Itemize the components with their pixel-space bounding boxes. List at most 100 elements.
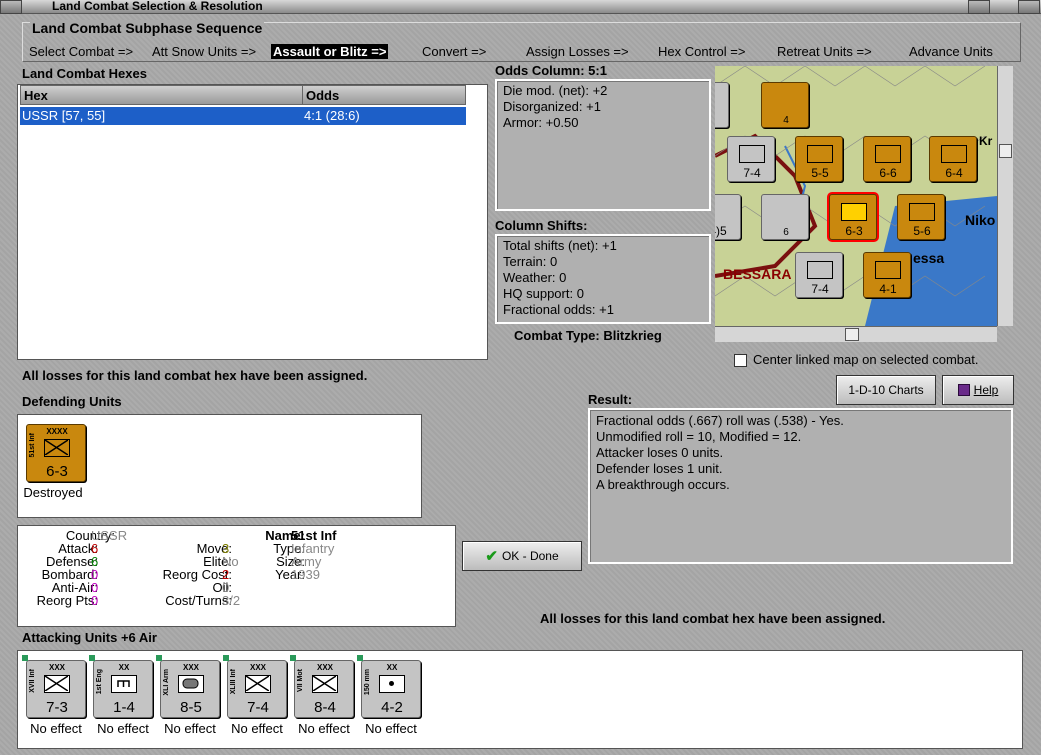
step-select-combat: Select Combat =>: [29, 44, 134, 59]
map-counter[interactable]: 4)5: [715, 194, 741, 240]
shift-line: Total shifts (net): +1: [503, 238, 617, 253]
losses-assigned-message-2: All losses for this land combat hex have…: [540, 611, 886, 626]
reorg-pts-value: 0: [91, 593, 99, 608]
column-header-odds[interactable]: Odds: [302, 85, 466, 105]
map-counter[interactable]: 6-4: [929, 136, 977, 182]
step-advance-units: Advance Units: [909, 44, 993, 59]
map-horizontal-scrollbar[interactable]: [715, 326, 997, 342]
infantry-icon: [44, 675, 70, 693]
unit-strength: 4-2: [381, 699, 403, 716]
odds-cell: 4:1 (28:6): [304, 108, 360, 123]
unit-status: Destroyed: [23, 485, 83, 500]
help-book-icon: [957, 384, 970, 396]
minimize-button[interactable]: [968, 0, 990, 14]
odds-line: Armor: +0.50: [503, 115, 579, 130]
map-label: essa: [913, 250, 945, 266]
unit-strength: 8-4: [314, 699, 336, 716]
result-line: A breakthrough occurs.: [596, 477, 730, 492]
help-button[interactable]: Help: [942, 375, 1014, 405]
odds-line: Die mod. (net): +2: [503, 83, 608, 98]
unit-size: XXX: [182, 663, 199, 672]
unit-name: XLIII Inf: [230, 669, 237, 695]
attacking-unit-counter[interactable]: XXX XLIII Inf 7-4: [227, 660, 287, 718]
result-panel: Fractional odds (.667) roll was (.538) -…: [588, 408, 1013, 564]
table-row[interactable]: USSR [57, 55] 4:1 (28:6): [20, 107, 466, 125]
unit-size: XXX: [48, 663, 65, 672]
column-header-hex[interactable]: Hex: [20, 85, 303, 105]
unit-status: No effect: [231, 721, 283, 736]
map-counter[interactable]: 5-5: [795, 136, 843, 182]
shift-line: Terrain: 0: [503, 254, 558, 269]
unit-name: VII Mot: [297, 669, 304, 692]
shift-line: Weather: 0: [503, 270, 567, 285]
step-assault-or-blitz: Assault or Blitz =>: [271, 44, 389, 59]
result-title: Result:: [588, 392, 633, 407]
status-dot-icon: [22, 655, 28, 661]
attacking-unit-counter[interactable]: XX 1st Eng 1-4: [93, 660, 153, 718]
map-vertical-scrollbar[interactable]: [997, 66, 1013, 326]
status-dot-icon: [89, 655, 95, 661]
odds-column-title: Odds Column: 5:1: [495, 63, 607, 78]
unit-name: XLI Arm: [163, 669, 170, 696]
unit-strength: 1-4: [113, 699, 135, 716]
infantry-icon: [245, 675, 271, 693]
shift-line: HQ support: 0: [503, 286, 584, 301]
shifts-panel: Total shifts (net): +1 Terrain: 0 Weathe…: [495, 234, 711, 324]
attacking-unit-counter[interactable]: XXX XVII Inf 7-3: [26, 660, 86, 718]
charts-button[interactable]: 1-D-10 Charts: [836, 375, 936, 405]
scroll-thumb[interactable]: [845, 328, 859, 341]
unit-strength: 8-5: [180, 699, 202, 716]
result-line: Defender loses 1 unit.: [596, 461, 723, 476]
shift-line: Fractional odds: +1: [503, 302, 614, 317]
step-assign-losses: Assign Losses =>: [526, 44, 629, 59]
map-label: BESSARA: [723, 266, 792, 282]
unit-status: No effect: [164, 721, 216, 736]
attacking-unit-counter[interactable]: XXX VII Mot 8-4: [294, 660, 354, 718]
attacking-unit-counter[interactable]: XXX XLI Arm 8-5: [160, 660, 220, 718]
map-counter[interactable]: 5-6: [897, 194, 945, 240]
unit-status: No effect: [30, 721, 82, 736]
map-counter[interactable]: 4: [761, 82, 809, 128]
defending-units-title: Defending Units: [22, 394, 122, 409]
step-convert: Convert =>: [422, 44, 487, 59]
linked-map[interactable]: 4 7-4 5-5 6-6 6-4 6 6-3 5-6 7-4 4-1 -4 4…: [715, 66, 997, 326]
unit-strength: 6-3: [46, 463, 68, 480]
defending-unit-counter[interactable]: XXXX 51st Inf 6-3: [26, 424, 86, 482]
map-counter[interactable]: -4: [715, 82, 729, 128]
step-hex-control: Hex Control =>: [658, 44, 746, 59]
map-counter-selected[interactable]: 6-3: [829, 194, 877, 240]
center-map-label: Center linked map on selected combat.: [753, 352, 979, 367]
result-line: Attacker loses 0 units.: [596, 445, 724, 460]
close-button[interactable]: [1018, 0, 1040, 14]
map-counter[interactable]: 6-6: [863, 136, 911, 182]
checkmark-icon: ✔: [485, 548, 498, 565]
scroll-thumb[interactable]: [999, 144, 1012, 158]
map-counter[interactable]: 6: [761, 194, 809, 240]
odds-line: Disorganized: +1: [503, 99, 601, 114]
map-counter[interactable]: 4-1: [863, 252, 911, 298]
map-label: Kr: [979, 134, 993, 148]
infantry-icon: [44, 439, 70, 457]
result-line: Unmodified roll = 10, Modified = 12.: [596, 429, 802, 444]
window-title: Land Combat Selection & Resolution: [52, 0, 263, 13]
column-shifts-title: Column Shifts:: [495, 218, 588, 233]
hex-cell: USSR [57, 55]: [22, 108, 106, 123]
unit-strength: 7-3: [46, 699, 68, 716]
map-counter[interactable]: 7-4: [795, 252, 843, 298]
attacking-unit-counter[interactable]: XX 150 mm 4-2: [361, 660, 421, 718]
ok-done-button[interactable]: ✔ OK - Done: [462, 541, 582, 571]
unit-size: XXXX: [46, 427, 68, 436]
armor-icon: [178, 675, 204, 693]
map-counter[interactable]: 7-4: [727, 136, 775, 182]
artillery-icon: [379, 675, 405, 693]
unit-strength: 7-4: [247, 699, 269, 716]
unit-size: XXX: [316, 663, 333, 672]
status-dot-icon: [290, 655, 296, 661]
unit-name: 1st Eng: [96, 669, 103, 695]
title-bar[interactable]: Land Combat Selection & Resolution: [0, 0, 1041, 14]
combat-type: Combat Type: Blitzkrieg: [514, 328, 662, 343]
system-menu-button[interactable]: [0, 0, 22, 14]
motorized-icon: [312, 675, 338, 693]
unit-status: No effect: [298, 721, 350, 736]
center-map-checkbox[interactable]: [734, 354, 747, 367]
